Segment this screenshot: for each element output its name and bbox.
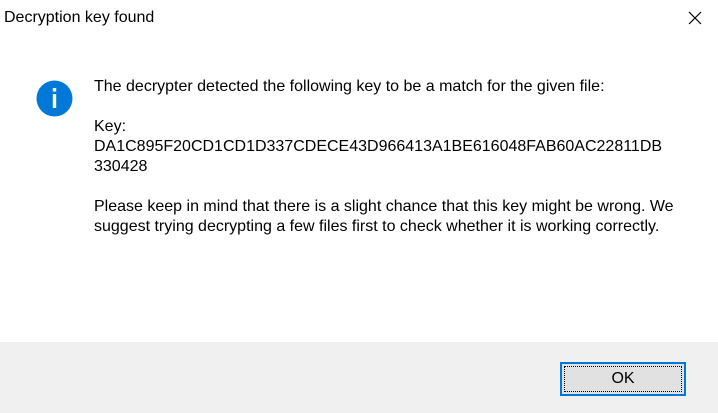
- close-button[interactable]: [672, 0, 718, 36]
- message-dialog: Decryption key found The decrypter detec…: [0, 0, 718, 413]
- key-value: DA1C895F20CD1CD1D337CDECE43D966413A1BE61…: [94, 138, 663, 175]
- title-bar[interactable]: Decryption key found: [0, 0, 718, 36]
- ok-button[interactable]: OK: [560, 362, 686, 396]
- dialog-content: The decrypter detected the following key…: [0, 36, 718, 342]
- warning-text: Please keep in mind that there is a slig…: [94, 198, 674, 235]
- key-block: Key: DA1C895F20CD1CD1D337CDECE43D966413A…: [94, 117, 694, 177]
- intro-text: The decrypter detected the following key…: [94, 78, 605, 95]
- info-icon: [36, 80, 73, 117]
- window-title: Decryption key found: [4, 9, 155, 26]
- key-label: Key:: [94, 118, 127, 135]
- close-icon: [688, 11, 702, 25]
- focus-rectangle: [564, 366, 682, 392]
- message-text: The decrypter detected the following key…: [94, 77, 694, 237]
- button-bar: OK: [0, 342, 718, 413]
